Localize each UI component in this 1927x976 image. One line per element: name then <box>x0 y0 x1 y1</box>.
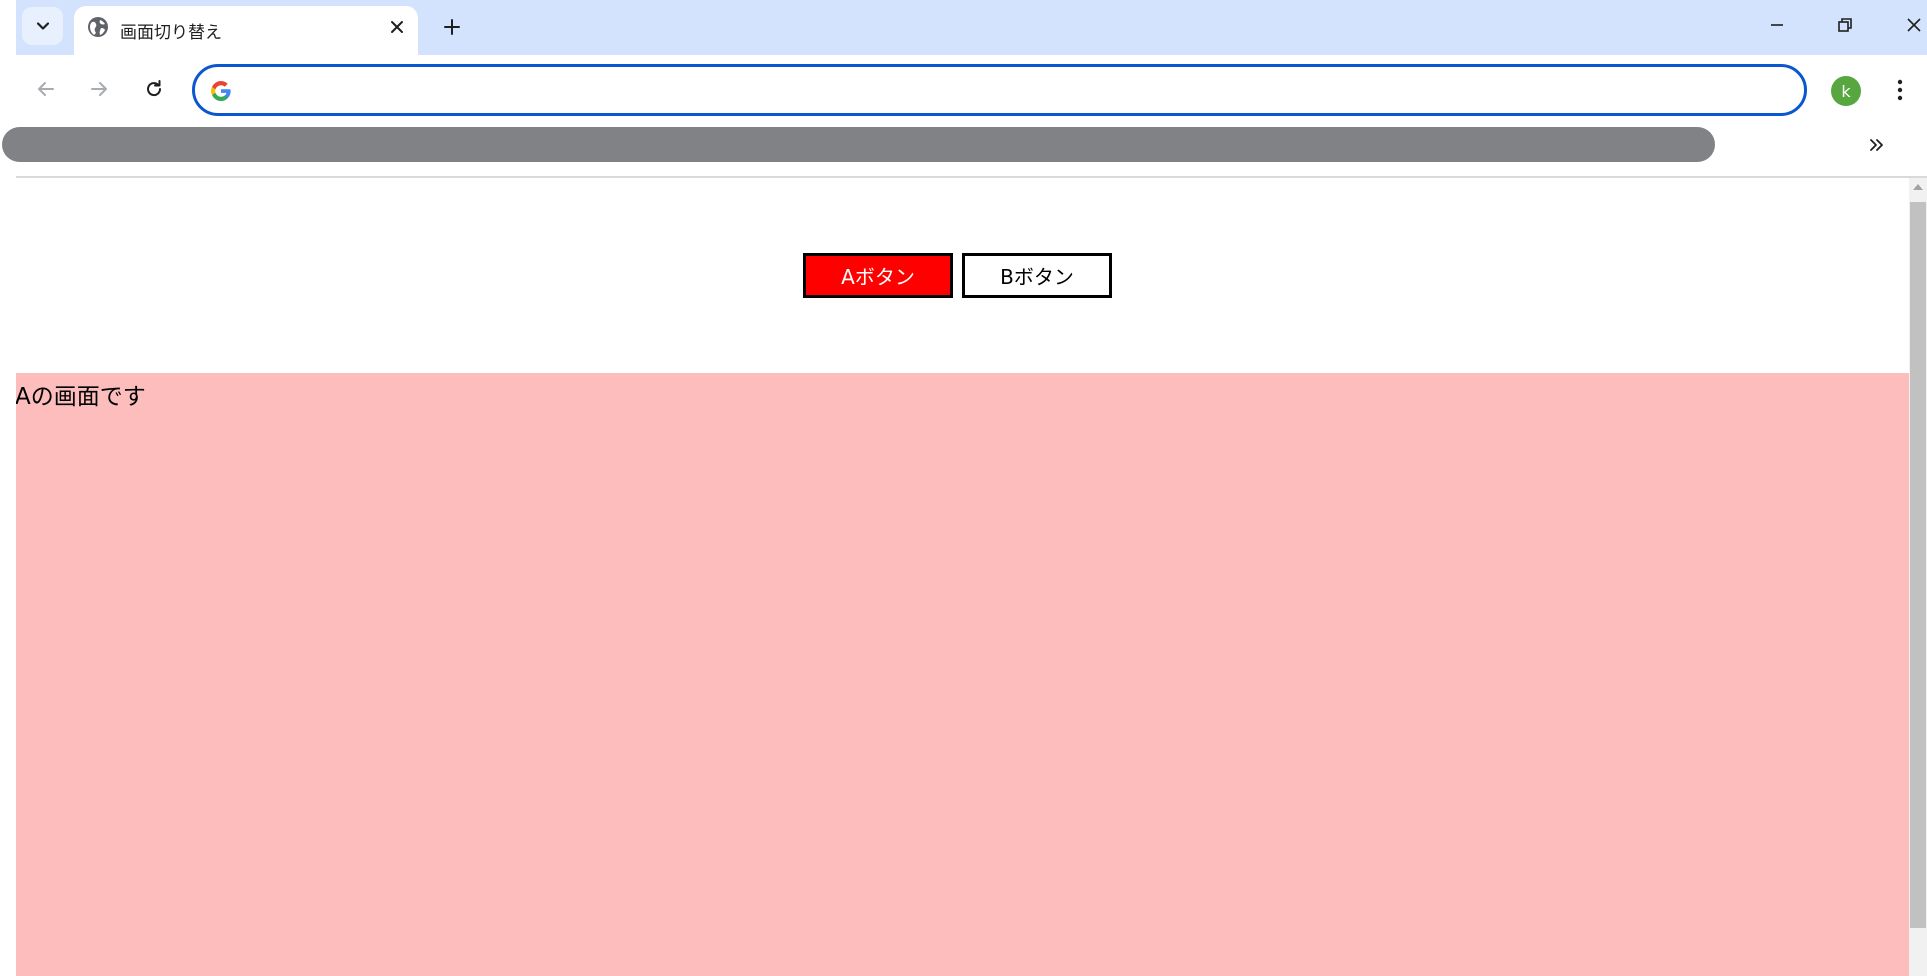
reload-button[interactable] <box>137 72 171 106</box>
more-vertical-icon <box>1897 79 1903 101</box>
new-tab-button[interactable] <box>437 12 467 42</box>
screen-a-panel: Aの画面です <box>16 373 1909 976</box>
page-scrollbar[interactable] <box>1909 178 1927 976</box>
restore-button[interactable] <box>1823 8 1867 42</box>
profile-avatar[interactable]: k <box>1831 76 1861 106</box>
back-button[interactable] <box>29 72 63 106</box>
scroll-thumb[interactable] <box>1910 202 1926 928</box>
restore-icon <box>1838 18 1852 32</box>
reload-icon <box>147 80 162 97</box>
screen-switch-buttons: Aボタン Bボタン <box>803 253 1112 298</box>
b-button[interactable]: Bボタン <box>962 253 1112 298</box>
tab-strip: 画面切り替え <box>16 0 1927 55</box>
page-content: Aボタン Bボタン Aの画面です <box>16 178 1909 976</box>
screen-a-text: Aの画面です <box>16 384 146 410</box>
google-icon <box>211 81 231 101</box>
address-input[interactable] <box>251 75 1771 105</box>
browser-menu-button[interactable] <box>1888 72 1912 108</box>
tab-close-button[interactable] <box>387 17 407 37</box>
arrow-right-icon <box>91 82 107 96</box>
scroll-up-arrow[interactable] <box>1913 184 1923 190</box>
bookmark-item[interactable] <box>2 127 1715 162</box>
double-chevron-right-icon <box>1870 139 1883 151</box>
arrow-left-icon <box>38 82 54 96</box>
forward-button[interactable] <box>82 72 116 106</box>
minimize-icon <box>1771 24 1783 26</box>
chevron-down-icon <box>36 22 49 30</box>
bookmarks-bar <box>0 126 1927 176</box>
a-button[interactable]: Aボタン <box>803 253 953 298</box>
active-tab[interactable]: 画面切り替え <box>74 6 418 55</box>
tab-search-button[interactable] <box>22 7 63 45</box>
address-bar[interactable] <box>192 64 1807 116</box>
globe-icon <box>88 17 108 37</box>
window-close-button[interactable] <box>1892 8 1927 42</box>
minimize-button[interactable] <box>1755 8 1799 42</box>
tab-title: 画面切り替え <box>120 23 222 43</box>
bookmarks-overflow-button[interactable] <box>1863 132 1891 158</box>
close-icon <box>391 21 403 33</box>
plus-icon <box>444 19 460 35</box>
close-icon <box>1907 18 1921 32</box>
browser-toolbar: k <box>0 55 1927 126</box>
